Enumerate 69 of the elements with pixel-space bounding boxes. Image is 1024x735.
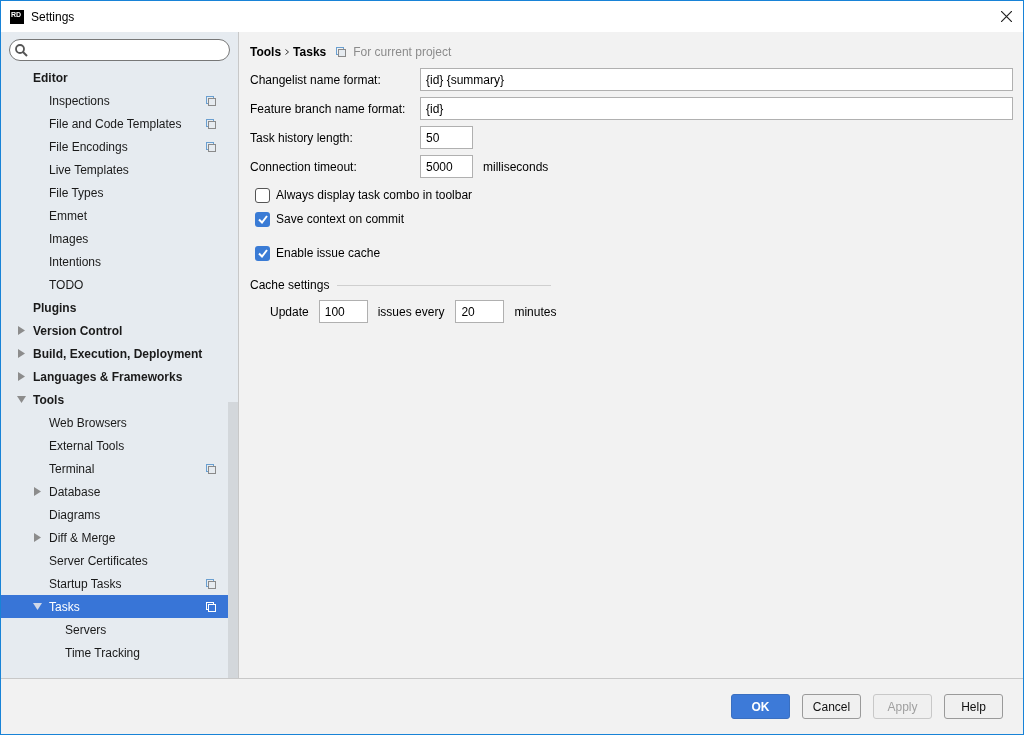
checkbox-label: Enable issue cache bbox=[276, 245, 381, 262]
checkbox-label: Save context on commit bbox=[276, 211, 405, 228]
tree-item[interactable]: Tasks bbox=[1, 595, 228, 618]
check-icon bbox=[257, 214, 268, 224]
close-icon[interactable] bbox=[1001, 11, 1012, 22]
text-field[interactable]: 20 bbox=[455, 300, 505, 323]
tree-item[interactable]: Editor bbox=[1, 66, 228, 89]
tree-item[interactable]: Intentions bbox=[1, 250, 228, 273]
checkbox[interactable] bbox=[255, 211, 270, 227]
breadcrumb-item[interactable]: Tasks bbox=[293, 43, 327, 61]
scope-note: For current project bbox=[353, 44, 452, 61]
tree-item[interactable]: Startup Tasks bbox=[1, 572, 228, 595]
checkbox[interactable] bbox=[255, 187, 270, 203]
tree-item[interactable]: Servers bbox=[1, 618, 228, 641]
dialog-button[interactable]: Help bbox=[944, 694, 1003, 719]
checkbox[interactable] bbox=[255, 245, 270, 261]
scrollbar[interactable] bbox=[228, 402, 238, 678]
tree-item[interactable]: TODO bbox=[1, 273, 228, 296]
tree-item[interactable]: File Encodings bbox=[1, 135, 228, 158]
field-label: Connection timeout: bbox=[250, 158, 358, 176]
field-label: issues every bbox=[377, 303, 445, 321]
tree-item[interactable]: Emmet bbox=[1, 204, 228, 227]
tree-item[interactable]: Web Browsers bbox=[1, 411, 228, 434]
tree-item[interactable]: File Types bbox=[1, 181, 228, 204]
tree-item[interactable]: Inspections bbox=[1, 89, 228, 112]
tree-item[interactable]: Version Control bbox=[1, 319, 228, 342]
dialog-button[interactable]: Cancel bbox=[802, 694, 861, 719]
tree-item[interactable]: Time Tracking bbox=[1, 641, 228, 664]
collapsed-arrow-icon[interactable] bbox=[33, 533, 42, 542]
unit-label: milliseconds bbox=[483, 158, 549, 176]
collapsed-arrow-icon[interactable] bbox=[17, 372, 26, 381]
tree-item[interactable]: Languages & Frameworks bbox=[1, 365, 228, 388]
tree-item[interactable]: Database bbox=[1, 480, 228, 503]
collapsed-arrow-icon[interactable] bbox=[33, 487, 42, 496]
tree-item[interactable]: Diagrams bbox=[1, 503, 228, 526]
tree-item[interactable]: Plugins bbox=[1, 296, 228, 319]
tree-item[interactable]: Diff & Merge bbox=[1, 526, 228, 549]
tree-item[interactable]: Images bbox=[1, 227, 228, 250]
text-field[interactable]: 5000 bbox=[420, 155, 473, 178]
search-field[interactable] bbox=[9, 39, 230, 61]
expanded-arrow-icon[interactable] bbox=[33, 602, 42, 611]
field-label: Update bbox=[270, 303, 309, 321]
tree-item[interactable]: Build, Execution, Deployment bbox=[1, 342, 228, 365]
unit-label: minutes bbox=[514, 303, 557, 321]
tree-item[interactable]: Terminal bbox=[1, 457, 228, 480]
search-icon bbox=[15, 43, 28, 57]
expanded-arrow-icon[interactable] bbox=[17, 395, 26, 404]
text-field[interactable]: 50 bbox=[420, 126, 473, 149]
copy-icon bbox=[336, 47, 347, 57]
tree-item[interactable]: File and Code Templates bbox=[1, 112, 228, 135]
tree-item[interactable]: Tools bbox=[1, 388, 228, 411]
checkbox-label: Always display task combo in toolbar bbox=[276, 187, 473, 204]
tree-item[interactable]: External Tools bbox=[1, 434, 228, 457]
field-label: Changelist name format: bbox=[250, 71, 382, 89]
text-field[interactable]: {id} {summary} bbox=[420, 68, 1013, 91]
breadcrumb-item[interactable]: Tools bbox=[250, 43, 282, 61]
field-label: Task history length: bbox=[250, 129, 354, 147]
window-title: Settings bbox=[31, 8, 75, 26]
tree-item[interactable]: Server Certificates bbox=[1, 549, 228, 572]
field-label: Feature branch name format: bbox=[250, 100, 407, 118]
collapsed-arrow-icon[interactable] bbox=[17, 349, 26, 358]
text-field[interactable]: {id} bbox=[420, 97, 1013, 120]
chevron-right-icon bbox=[285, 49, 290, 55]
text-field[interactable]: 100 bbox=[318, 300, 368, 323]
dialog-button[interactable]: OK bbox=[731, 694, 790, 719]
check-icon bbox=[257, 248, 268, 258]
section-title: Cache settings bbox=[250, 277, 330, 294]
tree-item[interactable]: Live Templates bbox=[1, 158, 228, 181]
collapsed-arrow-icon[interactable] bbox=[17, 326, 26, 335]
